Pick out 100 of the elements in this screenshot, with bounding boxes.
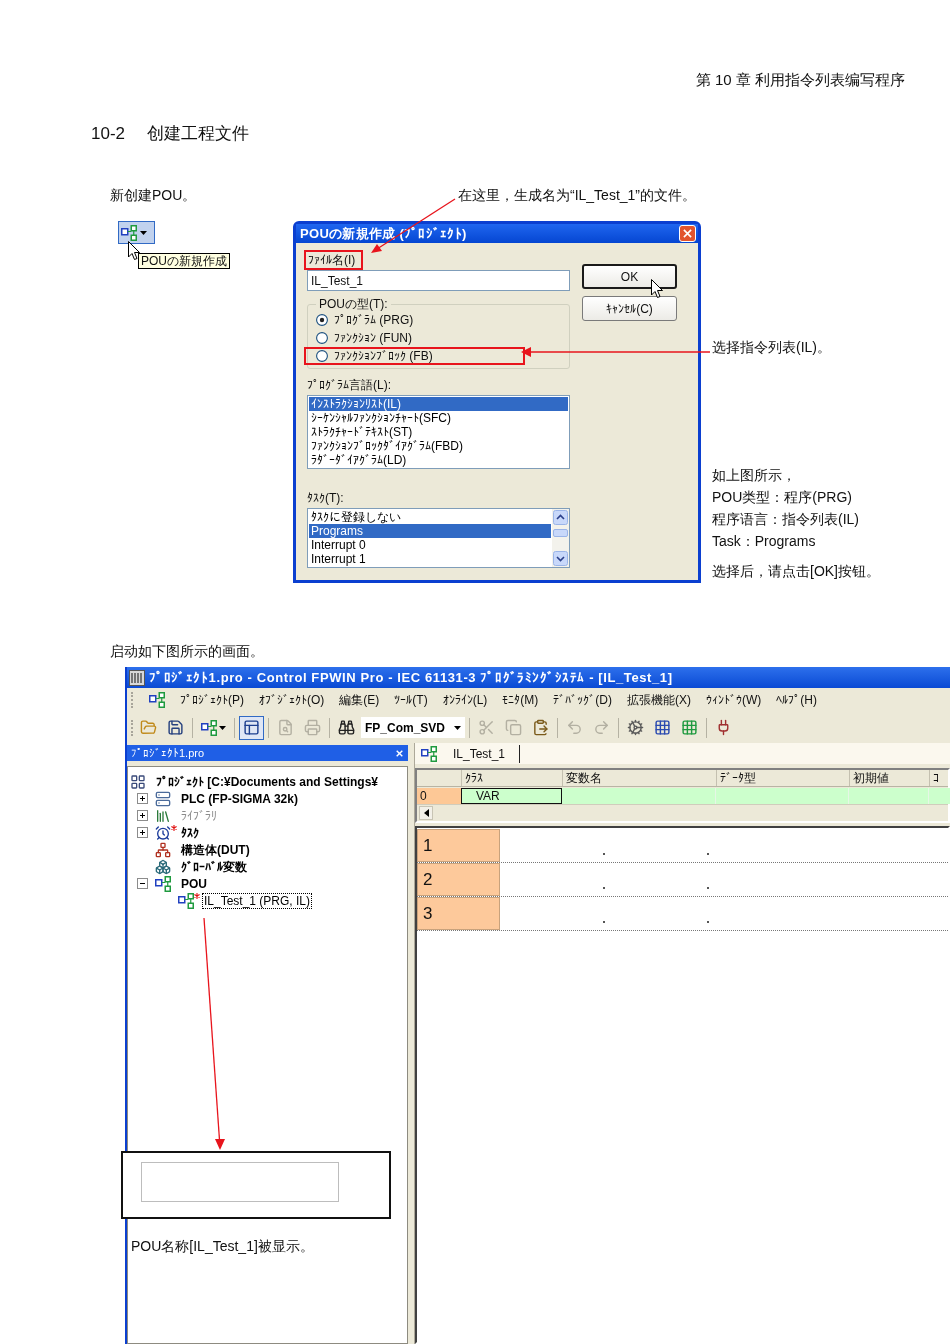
app-icon xyxy=(129,669,145,686)
menu-item[interactable]: 拡張機能(X) xyxy=(627,691,691,709)
column-header[interactable]: 変数名 xyxy=(562,770,716,786)
mouse-cursor-icon xyxy=(651,279,663,298)
list-item[interactable]: ﾌｧﾝｸｼｮﾝﾌﾞﾛｯｸﾀﾞｲｱｸﾞﾗﾑ(FBD) xyxy=(309,439,568,453)
column-header[interactable]: ｸﾗｽ xyxy=(461,770,562,786)
close-button[interactable] xyxy=(679,225,696,242)
radio-option[interactable]: ﾌｧﾝｸｼｮﾝﾌﾞﾛｯｸ (FB) xyxy=(316,349,433,363)
tree-item[interactable]: ﾗｲﾌﾞﾗﾘ xyxy=(179,807,219,824)
close-icon xyxy=(683,229,692,238)
list-item[interactable]: ｲﾝｽﾄﾗｸｼｮﾝﾘｽﾄ(IL) xyxy=(309,397,568,411)
grip-handle[interactable] xyxy=(131,692,134,708)
list-item[interactable]: ﾀｽｸに登録しない xyxy=(309,510,551,524)
group-label: POUの型(T): xyxy=(318,297,389,311)
list-item[interactable]: ｼｰｹﾝｼｬﾙﾌｧﾝｸｼｮﾝﾁｬｰﾄ(SFC) xyxy=(309,411,568,425)
plus-box-icon[interactable] xyxy=(137,810,148,821)
field-label: ﾌｧｲﾙ名(I) xyxy=(308,253,356,267)
menu-item[interactable]: ﾌﾟﾛｼﾞｪｸﾄ(P) xyxy=(180,693,244,707)
plc-selector[interactable]: FP_Com_SVD xyxy=(361,717,465,738)
menu-item[interactable]: ｵﾌﾞｼﾞｪｸﾄ(O) xyxy=(259,693,325,707)
instruction-text: 选择后，请点击[OK]按钮。 xyxy=(712,563,881,579)
menu-item[interactable]: ｵﾝﾗｲﾝ(L) xyxy=(442,693,488,707)
dialog-title: POUの新規作成 (ﾌﾟﾛｼﾞｪｸﾄ) xyxy=(300,224,467,243)
menu-item[interactable]: ﾃﾞﾊﾞｯｸﾞ(D) xyxy=(553,693,612,707)
gear-icon xyxy=(627,719,644,736)
linked-squares-icon xyxy=(178,892,194,909)
menu-item[interactable]: ﾂｰﾙ(T) xyxy=(394,693,428,707)
menu-item[interactable]: ﾓﾆﾀ(M) xyxy=(502,693,539,707)
asterisk-icon xyxy=(194,893,200,899)
table-cell[interactable] xyxy=(849,788,929,804)
grip-handle[interactable] xyxy=(131,719,134,736)
folder-icon xyxy=(140,719,157,736)
list-item[interactable]: ﾗﾀﾞｰﾀﾞｲｱｸﾞﾗﾑ(LD) xyxy=(309,453,568,467)
caret-icon xyxy=(219,725,226,730)
radio-button-icon[interactable] xyxy=(316,332,328,344)
tree-item[interactable]: ｸﾞﾛｰﾊﾞﾙ変数 xyxy=(179,858,249,875)
tree-item[interactable]: 構造体(DUT) xyxy=(179,841,252,858)
menu-item[interactable]: ｳｨﾝﾄﾞｳ(W) xyxy=(706,693,762,707)
column-header[interactable]: ﾃﾞｰﾀ型 xyxy=(716,770,849,786)
panel-title: ﾌﾟﾛｼﾞｪｸﾄ1.pro xyxy=(131,747,205,759)
menu-item[interactable]: ﾍﾙﾌﾟ(H) xyxy=(776,693,817,707)
radio-button-icon[interactable] xyxy=(316,350,328,362)
table-cell[interactable]: VAR xyxy=(461,788,562,804)
dialog-button[interactable]: OK xyxy=(582,264,677,289)
grid-icon xyxy=(681,719,698,736)
binoculars-icon xyxy=(338,719,355,736)
summary-line: 如上图所示， xyxy=(712,467,797,483)
dialog-button[interactable]: ｷｬﾝｾﾙ(C) xyxy=(582,296,677,321)
alarm-clock-icon xyxy=(155,824,171,841)
table-cell[interactable] xyxy=(562,788,716,804)
section-title: 创建工程文件 xyxy=(147,123,250,145)
tree-item[interactable]: ﾀｽｸ xyxy=(179,824,201,841)
menu-item[interactable]: 編集(E) xyxy=(339,691,380,709)
scroll-up-icon[interactable] xyxy=(553,510,568,525)
list-item[interactable]: Programs xyxy=(309,524,551,538)
tree-item[interactable]: POU xyxy=(179,875,209,892)
tree-item[interactable]: ﾌﾟﾛｼﾞｪｸﾄ [C:¥Documents and Settings¥ xyxy=(154,773,381,790)
grid-icon xyxy=(130,773,146,790)
plus-box-icon[interactable] xyxy=(137,827,148,838)
plus-box-icon[interactable] xyxy=(137,793,148,804)
new-pou-button[interactable] xyxy=(118,221,155,244)
list-item[interactable]: ｽﾄﾗｸﾁｬｰﾄﾞﾃｷｽﾄ(ST) xyxy=(309,425,568,439)
editor-tab[interactable]: IL_Test_1 xyxy=(421,744,521,763)
tree-item[interactable]: PLC (FP-SIGMA 32k) xyxy=(179,790,300,807)
asterisk-icon xyxy=(171,825,177,831)
boxes-icon xyxy=(155,858,171,875)
tooltip: POUの新規作成 xyxy=(138,253,230,269)
table-cell[interactable] xyxy=(716,788,849,804)
grid-icon xyxy=(654,719,671,736)
books-icon xyxy=(155,807,171,824)
step-caption: 新创建POU。 xyxy=(110,187,197,203)
printer-icon xyxy=(304,719,321,736)
field-label: ﾌﾟﾛｸﾞﾗﾑ言語(L): xyxy=(307,378,392,392)
radio-option[interactable]: ﾌﾟﾛｸﾞﾗﾑ (PRG) xyxy=(316,313,414,327)
column-header[interactable]: 初期値 xyxy=(849,770,929,786)
input-field[interactable]: IL_Test_1 xyxy=(307,270,570,291)
linked-squares-icon xyxy=(121,224,137,241)
minus-box-icon[interactable] xyxy=(137,878,148,889)
radio-option[interactable]: ﾌｧﾝｸｼｮﾝ (FUN) xyxy=(316,331,412,345)
document-search-icon xyxy=(277,719,294,736)
list-item[interactable]: Interrupt 1 xyxy=(309,552,551,566)
close-icon xyxy=(396,749,403,757)
step-caption: 启动如下图所示的画面。 xyxy=(110,643,264,659)
undo-arrow-icon xyxy=(566,719,583,736)
scrollbar[interactable] xyxy=(552,509,569,567)
line-number: 1 xyxy=(417,829,500,862)
toolbar-button[interactable] xyxy=(239,715,264,740)
caret-icon xyxy=(454,725,461,730)
list-item[interactable]: Interrupt 0 xyxy=(309,538,551,552)
radio-button-icon[interactable] xyxy=(316,314,328,326)
linked-squares-icon xyxy=(421,745,437,762)
line-number: 3 xyxy=(417,897,500,930)
column-header[interactable]: ｺ xyxy=(929,770,950,786)
scroll-left-button[interactable] xyxy=(419,806,433,820)
window-icon xyxy=(243,719,260,736)
row-number: 0 xyxy=(417,788,461,804)
scroll-down-icon[interactable] xyxy=(553,551,568,566)
tree-item[interactable]: IL_Test_1 (PRG, IL) xyxy=(202,892,313,909)
scroll-thumb[interactable] xyxy=(553,529,568,537)
caret-icon xyxy=(140,230,147,235)
